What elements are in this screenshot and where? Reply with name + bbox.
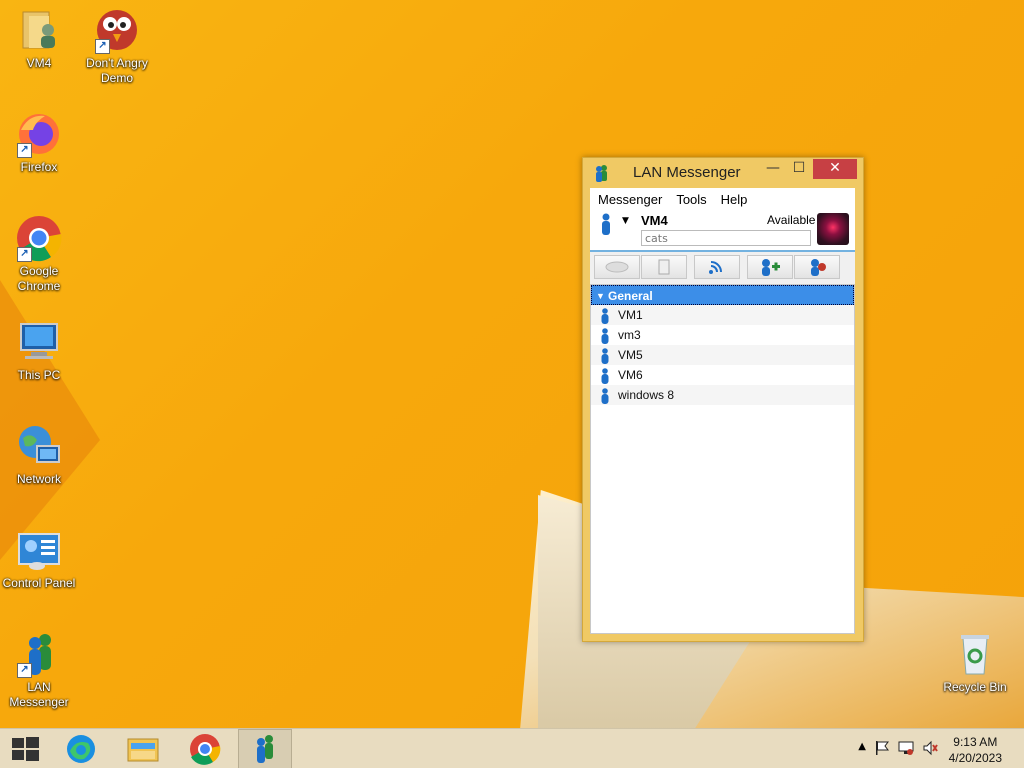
contact-item[interactable]: vm3 — [591, 325, 854, 345]
lan-messenger-icon — [257, 735, 273, 763]
contact-name: vm3 — [618, 328, 641, 342]
attachment-icon — [658, 259, 670, 275]
user-icon — [600, 388, 610, 410]
broadcast-icon — [709, 261, 722, 274]
users-settings-icon — [811, 259, 826, 276]
close-button[interactable]: ✕ — [813, 159, 857, 179]
volume-muted-icon[interactable] — [922, 740, 938, 759]
desktop-icon-label: Recycle Bin — [943, 680, 1007, 694]
contact-name: windows 8 — [618, 388, 675, 402]
status-dropdown-icon[interactable]: ▼ — [622, 216, 629, 226]
contact-name: VM1 — [618, 308, 643, 322]
windows-logo-icon — [12, 737, 39, 761]
personal-note-input[interactable]: cats — [641, 230, 811, 246]
taskbar-lan-messenger[interactable] — [238, 729, 292, 768]
user-name: VM4 — [641, 213, 668, 228]
contact-item[interactable]: VM5 — [591, 345, 854, 365]
desktop-icon-control-panel[interactable]: Control Panel — [1, 526, 77, 591]
shortcut-arrow-icon: ↗ — [17, 663, 32, 678]
window-titlebar[interactable]: LAN Messenger — ☐ ✕ — [583, 158, 863, 188]
desktop-icon-recycle-bin[interactable]: Recycle Bin — [937, 630, 1013, 695]
desktop-icon-dont-angry-demo[interactable]: ↗ Don't Angry Demo — [79, 6, 155, 86]
toolbar — [590, 252, 855, 282]
desktop-icon-network[interactable]: Network — [1, 422, 77, 487]
desktop-icon-label: Google — [19, 264, 59, 278]
contact-item[interactable]: VM6 — [591, 365, 854, 385]
desktop-icon-firefox[interactable]: ↗ Firefox — [1, 110, 77, 175]
desktop: VM4 ↗ Don't Angry Demo ↗ Firefox ↗ Googl… — [0, 0, 1024, 728]
desktop-icon-vm4[interactable]: VM4 — [1, 6, 77, 71]
user-panel: ▼ VM4 Available cats — [590, 210, 855, 252]
taskbar: ▲ 9:13 AM 4/20/2023 — [0, 728, 1024, 768]
desktop-icon-lan-messenger[interactable]: ↗ LAN Messenger — [1, 630, 77, 710]
expand-arrow-icon: ▼ — [596, 291, 605, 301]
clock[interactable]: 9:13 AM 4/20/2023 — [949, 734, 1002, 766]
chrome-icon: ↗ — [15, 214, 63, 262]
avatar[interactable] — [817, 213, 849, 245]
group-name: General — [608, 289, 653, 303]
desktop-icon-label: Network — [16, 472, 61, 486]
clock-time: 9:13 AM — [953, 735, 998, 749]
desktop-icon-label: VM4 — [26, 56, 52, 70]
control-panel-icon — [15, 526, 63, 574]
user-status[interactable]: Available — [767, 213, 815, 227]
window-title: LAN Messenger — [633, 164, 741, 181]
lan-messenger-icon: ↗ — [15, 630, 63, 678]
taskbar-file-explorer[interactable] — [116, 729, 170, 768]
status-icon[interactable] — [600, 213, 612, 238]
message-icon — [605, 261, 629, 273]
add-user-icon — [762, 259, 780, 276]
desktop-icon-label: LAN — [27, 680, 51, 694]
contact-name: VM6 — [618, 368, 643, 382]
contact-item[interactable]: VM1 — [591, 305, 854, 325]
message-button[interactable] — [594, 255, 640, 279]
edge-icon — [67, 735, 95, 763]
add-contact-button[interactable] — [747, 255, 793, 279]
desktop-icon-google-chrome[interactable]: ↗ Google Chrome — [1, 214, 77, 294]
clock-date: 4/20/2023 — [948, 751, 1002, 765]
group-header-general[interactable]: ▼ General — [591, 285, 854, 305]
network-globe-icon — [15, 422, 63, 470]
user-folder-icon — [15, 6, 63, 54]
shortcut-arrow-icon: ↗ — [17, 247, 32, 262]
maximize-button[interactable]: ☐ — [785, 159, 813, 179]
desktop-icon-label: Control Panel — [2, 576, 76, 590]
broadcast-button[interactable] — [694, 255, 740, 279]
flag-icon[interactable] — [874, 740, 890, 759]
contact-item[interactable]: windows 8 — [591, 385, 854, 405]
shortcut-arrow-icon: ↗ — [17, 143, 32, 158]
settings-button[interactable] — [794, 255, 840, 279]
send-file-button[interactable] — [641, 255, 687, 279]
start-button[interactable] — [0, 729, 54, 768]
folder-icon — [127, 738, 159, 762]
minimize-button[interactable]: — — [759, 159, 787, 179]
recycle-bin-icon — [951, 630, 999, 678]
lan-messenger-window: LAN Messenger — ☐ ✕ Messenger Tools Help ▼… — [582, 157, 864, 642]
contact-list: ▼ General VM1 vm3 VM5 VM6 windows 8 — [590, 284, 855, 634]
shortcut-arrow-icon: ↗ — [95, 39, 110, 54]
desktop-icon-label: This PC — [17, 368, 61, 382]
desktop-icon-label: Messenger — [9, 695, 69, 709]
lan-messenger-icon — [593, 164, 609, 185]
menu-tools[interactable]: Tools — [668, 188, 712, 207]
desktop-icon-label: Chrome — [17, 279, 61, 293]
taskbar-edge[interactable] — [54, 729, 108, 768]
angry-bird-icon: ↗ — [93, 6, 141, 54]
computer-icon — [15, 318, 63, 366]
chrome-icon — [190, 734, 221, 765]
contact-name: VM5 — [618, 348, 643, 362]
menu-messenger[interactable]: Messenger — [590, 188, 668, 207]
window-client: Messenger Tools Help ▼ VM4 Available cats — [590, 188, 855, 634]
desktop-icon-label: Demo — [100, 71, 133, 85]
contact-rows: VM1 vm3 VM5 VM6 windows 8 — [591, 305, 854, 405]
network-status-icon[interactable] — [898, 740, 914, 759]
menubar: Messenger Tools Help — [590, 188, 855, 210]
taskbar-chrome[interactable] — [178, 729, 232, 768]
desktop-icon-label: Firefox — [20, 160, 58, 174]
desktop-icon-label: Don't Angry — [86, 56, 148, 70]
menu-help[interactable]: Help — [713, 188, 754, 207]
show-hidden-icons-icon[interactable]: ▲ — [858, 741, 866, 752]
desktop-icon-this-pc[interactable]: This PC — [1, 318, 77, 383]
firefox-icon: ↗ — [15, 110, 63, 158]
